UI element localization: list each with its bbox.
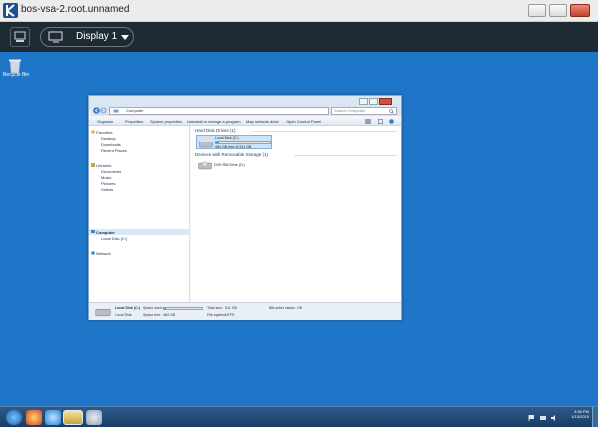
chrome-taskbar-icon[interactable] — [26, 410, 42, 425]
preview-pane-icon[interactable] — [378, 119, 383, 124]
details-disk-icon — [95, 308, 111, 317]
explorer-taskbar-icon[interactable] — [63, 410, 83, 425]
drive-c-free: 484 GB free of 511 GB — [215, 145, 252, 149]
search-icon — [389, 109, 394, 114]
maximize-button[interactable] — [549, 4, 567, 17]
details-usage-fill — [164, 308, 166, 309]
send-keys-button[interactable] — [10, 27, 30, 47]
details-filesystem: NTFS — [225, 313, 235, 317]
show-desktop-button[interactable] — [592, 407, 598, 427]
clock-date: 1/13/2015 — [571, 414, 589, 419]
close-button[interactable] — [570, 4, 590, 17]
title-bar: bos-vsa-2.root.unnamed — [0, 0, 598, 22]
window-title: bos-vsa-2.root.unnamed — [21, 4, 130, 15]
details-space-free: 484 GB — [163, 313, 176, 317]
computer-icon — [113, 109, 119, 113]
flag-tray-icon[interactable] — [528, 414, 536, 422]
details-filesystem-label: File system: — [207, 313, 227, 317]
nav-pictures[interactable]: Pictures — [101, 181, 115, 186]
group-divider — [251, 131, 397, 132]
explorer-window: Computer Search Computer Organize Proper… — [88, 95, 402, 320]
back-icon[interactable] — [93, 107, 100, 114]
search-placeholder: Search Computer — [334, 108, 366, 113]
nav-desktop[interactable]: Desktop — [101, 136, 116, 141]
explorer-minimize-button[interactable] — [359, 98, 368, 105]
drive-c-usage-bar — [215, 141, 271, 144]
cmd-organize[interactable]: Organize — [97, 119, 113, 124]
cmd-uninstall[interactable]: Uninstall or change a program — [187, 119, 241, 124]
nav-local-disk[interactable]: Local Disk (C:) — [101, 236, 127, 241]
details-bitlocker-label: BitLocker status: — [269, 306, 296, 310]
network-icon — [91, 251, 95, 255]
view-options-icon[interactable] — [365, 119, 371, 124]
details-total-size: 511 GB — [225, 306, 237, 310]
drive-c-usage-fill — [216, 142, 219, 143]
details-pane: Local Disk (C:) Local Disk Space used: S… — [89, 302, 401, 320]
recycle-bin-label: Recycle Bin — [2, 72, 30, 78]
nav-libraries[interactable]: Libraries — [96, 163, 111, 168]
details-bitlocker: Off — [297, 306, 302, 310]
network-tray-icon[interactable] — [539, 414, 547, 422]
forward-icon[interactable] — [100, 107, 107, 114]
hard-disk-icon — [199, 140, 213, 148]
nav-videos[interactable]: Videos — [101, 187, 113, 192]
group-hard-disk-drives: Hard Disk Drives (1) — [195, 128, 236, 133]
monitor-keyboard-icon — [14, 31, 26, 42]
cmd-map-network-drive[interactable]: Map network drive — [246, 119, 279, 124]
app-taskbar-icon[interactable] — [86, 410, 102, 425]
details-usage-bar — [163, 307, 203, 310]
search-input[interactable]: Search Computer — [331, 107, 397, 115]
chevron-down-icon — [121, 35, 129, 40]
group-removable-storage: Devices with Removable Storage (1) — [195, 152, 269, 157]
command-bar: Organize Properties System properties Un… — [89, 117, 401, 126]
nav-computer[interactable]: Computer — [96, 230, 115, 235]
taskbar-clock[interactable]: 3:36 PM 1/13/2015 — [563, 409, 589, 419]
volume-tray-icon[interactable] — [550, 414, 558, 422]
content-pane: Hard Disk Drives (1) Local Disk (C:) 484… — [191, 126, 401, 302]
cmd-system-properties[interactable]: System properties — [150, 119, 182, 124]
minimize-button[interactable] — [528, 4, 546, 17]
explorer-close-button[interactable] — [379, 98, 392, 105]
details-name: Local Disk (C:) — [115, 306, 141, 310]
drive-d-tile[interactable]: DVD RW Drive (D:) — [196, 160, 256, 172]
drive-c-name: Local Disk (C:) — [215, 136, 239, 140]
monitor-icon — [48, 31, 63, 43]
details-space-used-label: Space used: — [143, 306, 163, 310]
nav-network[interactable]: Network — [96, 251, 111, 256]
computer-nav-icon — [91, 230, 95, 233]
details-type: Local Disk — [115, 313, 132, 317]
explorer-maximize-button[interactable] — [369, 98, 378, 105]
library-icon — [91, 163, 95, 167]
help-icon[interactable] — [389, 119, 394, 124]
taskbar — [0, 406, 598, 427]
details-total-size-label: Total size: — [207, 306, 223, 310]
viewer-toolbar: Display 1 — [0, 22, 598, 52]
start-button[interactable] — [6, 410, 22, 425]
address-text: Computer — [126, 108, 144, 113]
nav-documents[interactable]: Documents — [101, 169, 121, 174]
group-divider — [294, 155, 397, 156]
nav-music[interactable]: Music — [101, 175, 111, 180]
display-label: Display 1 — [76, 31, 118, 42]
dvd-drive-icon — [198, 161, 212, 170]
drive-d-name: DVD RW Drive (D:) — [214, 163, 245, 167]
ie-taskbar-icon[interactable] — [45, 410, 61, 425]
nav-downloads[interactable]: Downloads — [101, 142, 121, 147]
address-field[interactable]: Computer — [109, 107, 329, 115]
star-icon — [91, 130, 95, 134]
app-logo-icon — [3, 3, 18, 18]
cmd-properties[interactable]: Properties — [125, 119, 143, 124]
nav-favorites[interactable]: Favorites — [96, 130, 112, 135]
details-space-free-label: Space free: — [143, 313, 162, 317]
address-bar: Computer Search Computer — [91, 106, 401, 116]
nav-recent-places[interactable]: Recent Places — [101, 148, 127, 153]
navigation-pane: Favorites Desktop Downloads Recent Place… — [89, 126, 190, 302]
drive-c-tile[interactable]: Local Disk (C:) 484 GB free of 511 GB — [196, 135, 272, 149]
cmd-open-control-panel[interactable]: Open Control Panel — [286, 119, 321, 124]
